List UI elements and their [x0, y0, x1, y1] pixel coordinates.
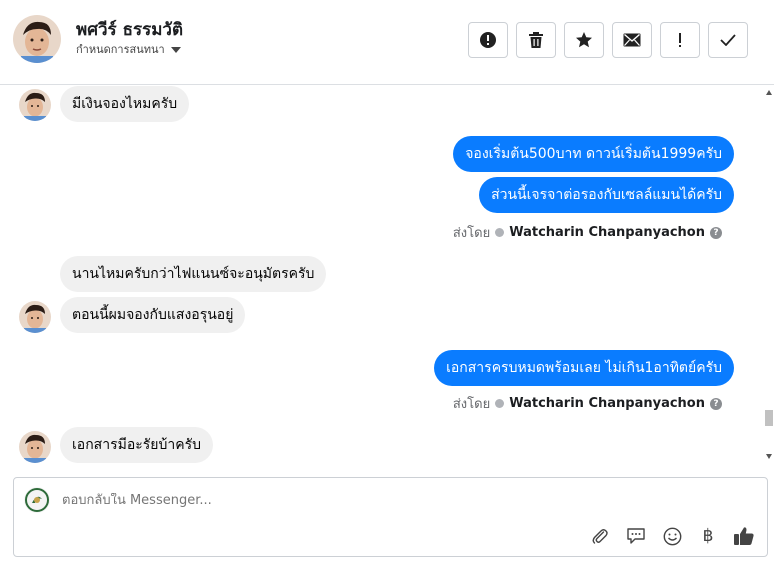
sender-avatar[interactable]: [19, 89, 51, 121]
page-avatar: [24, 487, 50, 513]
scroll-thumb[interactable]: [765, 410, 773, 426]
page-badge-icon: [495, 228, 505, 237]
sender-avatar[interactable]: [19, 431, 51, 463]
conversation-header: พศวีร์ ธรรมวัติ กำหนดการสนทนา: [0, 0, 774, 85]
info-icon[interactable]: ?: [710, 226, 722, 239]
emoji-button[interactable]: [661, 525, 683, 547]
incoming-message[interactable]: มีเงินจองไหมครับ: [60, 86, 190, 122]
outgoing-message[interactable]: เอกสารครบหมดพร้อมเลย ไม่เกิน1อาทิตย์ครับ: [434, 350, 734, 386]
done-button[interactable]: [708, 22, 748, 58]
reply-composer: ฿: [13, 477, 768, 557]
saved-replies-button[interactable]: [625, 525, 647, 547]
alert-circle-icon: [480, 32, 496, 48]
speech-bubble-icon: [627, 528, 645, 544]
sent-by-line: ส่งโดย Watcharin Chanpanyachon ?: [453, 393, 722, 414]
star-button[interactable]: [564, 22, 604, 58]
outgoing-message[interactable]: ส่วนนี้เจรจาต่อรองกับเซลล์แมนได้ครับ: [479, 177, 734, 213]
trash-icon: [529, 32, 543, 48]
paperclip-icon: [592, 529, 608, 544]
contact-name[interactable]: พศวีร์ ธรรมวัติ: [76, 16, 183, 43]
check-icon: [720, 34, 736, 46]
sent-by-line: ส่งโดย Watcharin Chanpanyachon ?: [453, 222, 722, 243]
sender-avatar[interactable]: [19, 301, 51, 333]
caret-down-icon: [170, 46, 181, 53]
like-button[interactable]: [733, 525, 755, 547]
mark-unread-button[interactable]: [612, 22, 652, 58]
header-actions: [468, 22, 748, 58]
thread-scrollbar[interactable]: [764, 86, 774, 463]
sent-by-prefix: ส่งโดย: [452, 397, 491, 412]
sent-by-prefix: ส่งโดย: [452, 226, 491, 241]
sender-name[interactable]: Watcharin Chanpanyachon: [509, 396, 705, 411]
attach-button[interactable]: [589, 525, 611, 547]
sender-name[interactable]: Watcharin Chanpanyachon: [509, 225, 705, 240]
baht-icon: ฿: [702, 526, 714, 546]
scroll-up-arrow-icon[interactable]: [766, 90, 772, 95]
incoming-message[interactable]: เอกสารมีอะรัยบ้าครับ: [60, 427, 213, 463]
outgoing-message[interactable]: จองเริ่มต้น500บาท ดาวน์เริ่มต้น1999ครับ: [453, 136, 734, 172]
delete-button[interactable]: [516, 22, 556, 58]
follow-up-button[interactable]: [660, 22, 700, 58]
envelope-icon: [623, 33, 641, 47]
reply-input[interactable]: [62, 493, 622, 508]
incoming-message[interactable]: ตอนนี้ผมจองกับแสงอรุนอยู่: [60, 297, 246, 333]
payment-button[interactable]: ฿: [697, 525, 719, 547]
exclamation-icon: [679, 33, 681, 47]
thumbs-up-icon: [734, 527, 754, 545]
incoming-message[interactable]: นานไหมครับกว่าไฟแนนซ์จะอนุมัตรครับ: [60, 256, 327, 292]
message-thread: มีเงินจองไหมครับ จองเริ่มต้น500บาท ดาวน์…: [0, 86, 763, 463]
composer-toolbar: ฿: [589, 525, 755, 547]
conversation-label-dropdown[interactable]: กำหนดการสนทนา: [76, 40, 181, 58]
smiley-icon: [663, 527, 681, 545]
spam-button[interactable]: [468, 22, 508, 58]
info-icon[interactable]: ?: [710, 397, 722, 410]
page-badge-icon: [495, 399, 505, 408]
scroll-down-arrow-icon[interactable]: [766, 454, 772, 459]
contact-avatar[interactable]: [13, 15, 61, 63]
conversation-label: กำหนดการสนทนา: [76, 43, 165, 56]
star-icon: [576, 32, 592, 48]
